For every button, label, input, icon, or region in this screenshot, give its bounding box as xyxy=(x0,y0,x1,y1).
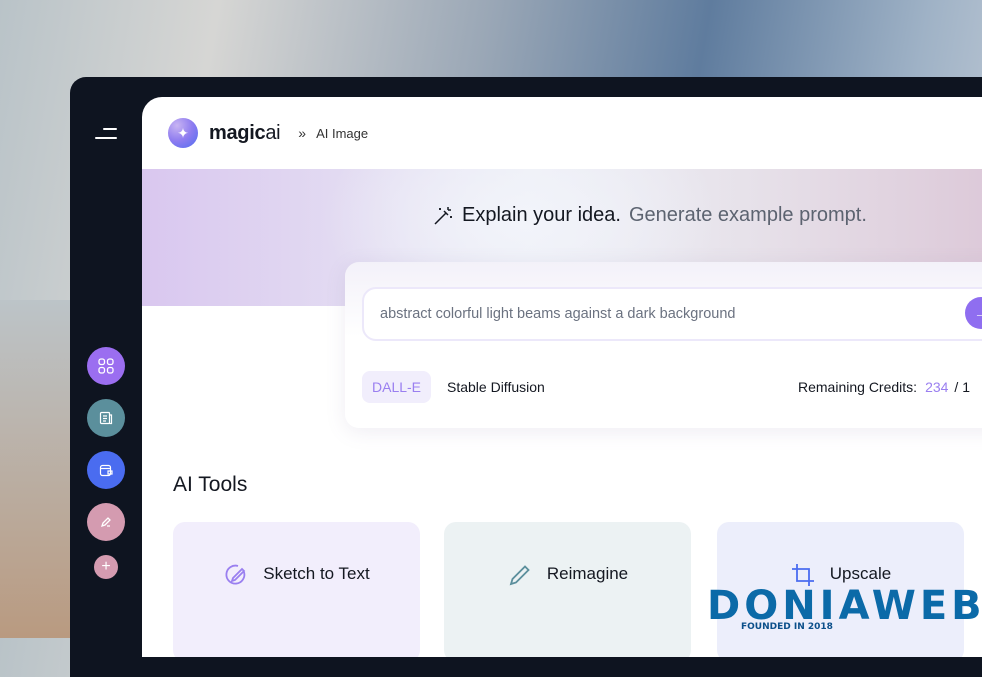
tool-reimagine[interactable]: Reimagine xyxy=(444,522,691,657)
tool-sketch-to-text[interactable]: Sketch to Text xyxy=(173,522,420,657)
breadcrumb[interactable]: AI Image xyxy=(316,126,368,141)
tool-label: Reimagine xyxy=(546,564,629,583)
main-panel: ✦ magicai » AI Image Explain your idea. … xyxy=(142,97,982,657)
background xyxy=(0,300,80,638)
remaining-credits: Remaining Credits: 234 / 1 xyxy=(798,371,970,403)
arrow-right-icon: → xyxy=(974,305,982,321)
sketch-icon xyxy=(225,564,246,585)
sidebar-grid-button[interactable] xyxy=(87,347,125,385)
watermark-text: DONIAWEB xyxy=(707,583,982,629)
plus-icon: + xyxy=(101,558,111,575)
grid-icon xyxy=(98,358,114,374)
engine-tab-dalle[interactable]: DALL-E xyxy=(362,371,432,403)
credits-total: / 1 xyxy=(954,379,970,395)
sidebar-add-button[interactable]: + xyxy=(94,555,118,579)
generate-example-prompt-link[interactable]: Generate example prompt. xyxy=(629,204,867,227)
hero-title: Explain your idea. Generate example prom… xyxy=(432,204,867,227)
credits-label: Remaining Credits: xyxy=(798,379,918,395)
ai-tools-title: AI Tools xyxy=(173,473,248,496)
brand-name[interactable]: magicai xyxy=(209,121,281,145)
hero-title-text: Explain your idea. xyxy=(462,204,621,226)
prompt-card: abstract colorful light beams against a … xyxy=(345,262,982,428)
brand-bold: magic xyxy=(209,121,266,144)
prompt-input[interactable]: abstract colorful light beams against a … xyxy=(362,287,982,341)
breadcrumb-chevron-icon: » xyxy=(298,125,307,141)
pen-icon xyxy=(100,517,111,528)
magic-wand-icon xyxy=(434,206,452,225)
header: ✦ magicai » AI Image xyxy=(142,97,982,169)
tool-label: Sketch to Text xyxy=(263,564,370,583)
menu-icon[interactable] xyxy=(95,128,117,140)
brand-light: ai xyxy=(265,121,281,144)
pencil-icon xyxy=(509,565,530,586)
sidebar-documents-button[interactable] xyxy=(87,399,125,437)
wallet-icon xyxy=(99,464,113,477)
credits-remaining: 234 xyxy=(925,379,949,395)
sidebar-pen-button[interactable] xyxy=(87,503,125,541)
document-icon xyxy=(99,411,113,425)
logo-icon: ✦ xyxy=(168,118,198,148)
watermark-logo: DONIAWEB FOUNDED IN 2018 xyxy=(707,586,982,632)
engine-tab-stable-diffusion[interactable]: Stable Diffusion xyxy=(447,371,545,403)
sidebar-wallet-button[interactable] xyxy=(87,451,125,489)
